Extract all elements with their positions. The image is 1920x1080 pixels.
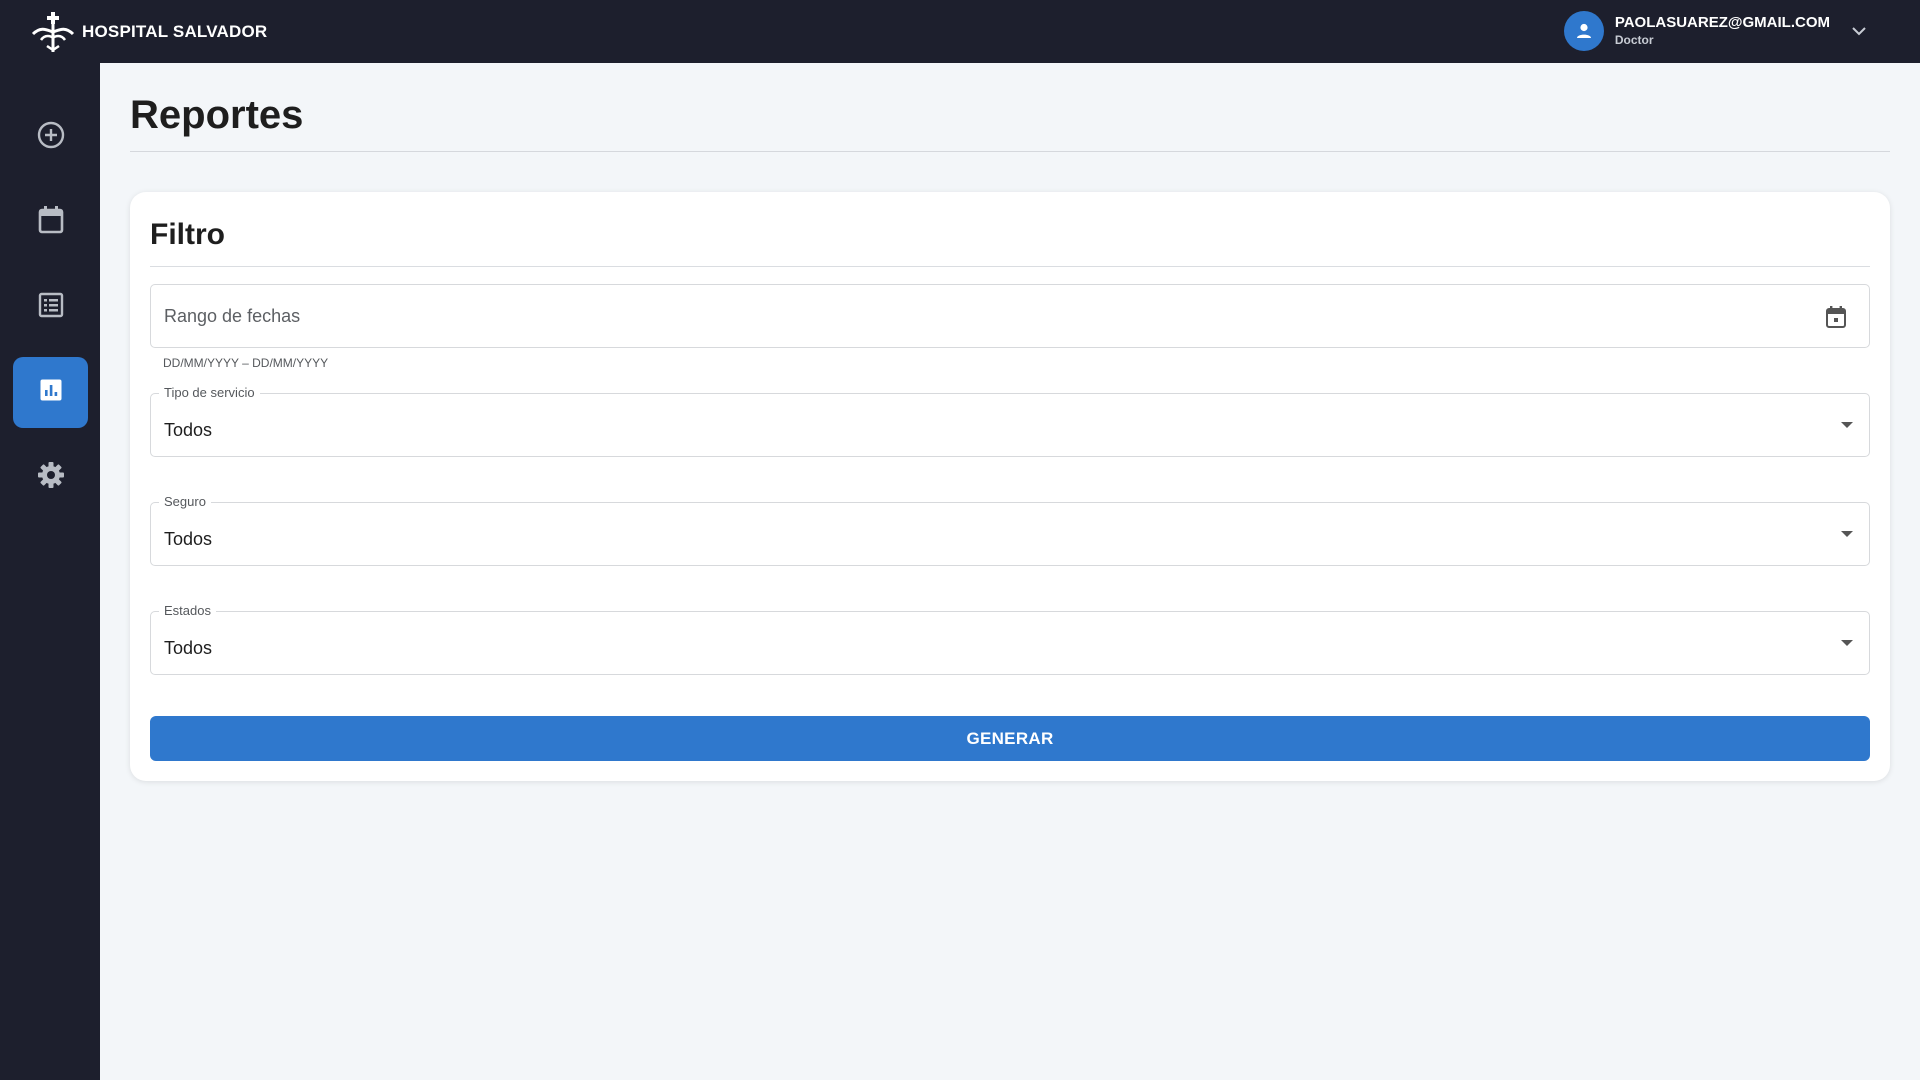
insurance-label: Seguro (159, 494, 211, 509)
service-type-label: Tipo de servicio (159, 385, 260, 400)
sidebar-item-settings[interactable] (13, 442, 88, 513)
dropdown-arrow-icon (1841, 422, 1853, 428)
insurance-select[interactable]: Seguro Todos (150, 494, 1870, 566)
user-role: Doctor (1614, 33, 1654, 48)
brand[interactable]: HOSPITAL SALVADOR (30, 12, 267, 52)
calendar-icon (37, 205, 65, 240)
hospital-logo-icon (30, 12, 76, 52)
dropdown-arrow-icon (1841, 640, 1853, 646)
user-info: PAOLASUAREZ@GMAIL.COM Doctor (1614, 13, 1830, 48)
sidebar (0, 63, 100, 1080)
sidebar-item-new[interactable] (13, 102, 88, 173)
report-chart-icon (39, 378, 63, 407)
status-value: Todos (164, 638, 213, 658)
card-divider (150, 266, 1870, 267)
sidebar-item-list[interactable] (13, 272, 88, 343)
date-format-helper: DD/MM/YYYY – DD/MM/YYYY (163, 356, 329, 370)
page-title: Reportes (130, 93, 304, 137)
user-menu[interactable]: PAOLASUAREZ@GMAIL.COM Doctor (1563, 10, 1870, 52)
add-circle-icon (36, 120, 66, 155)
dropdown-arrow-icon (1841, 531, 1853, 537)
status-label: Estados (159, 603, 216, 618)
sidebar-item-calendar[interactable] (13, 187, 88, 258)
insurance-value: Todos (164, 529, 213, 549)
service-type-value: Todos (164, 420, 213, 440)
date-range-placeholder: Rango de fechas (164, 306, 301, 326)
user-email: PAOLASUAREZ@GMAIL.COM (1614, 13, 1830, 31)
generate-button[interactable]: GENERAR (150, 716, 1870, 761)
top-bar: HOSPITAL SALVADOR PAOLASUAREZ@GMAIL.COM … (0, 0, 1920, 63)
service-type-select[interactable]: Tipo de servicio Todos (150, 385, 1870, 457)
user-avatar-icon (1563, 11, 1604, 51)
chevron-down-icon[interactable] (1848, 20, 1870, 42)
filter-card: Filtro Rango de fechas DD/MM/YYYY – DD/M… (130, 192, 1890, 781)
sidebar-item-reports[interactable] (13, 357, 88, 428)
status-select[interactable]: Estados Todos (150, 603, 1870, 675)
title-divider (130, 151, 1890, 152)
gear-icon (36, 460, 66, 495)
calendar-picker-icon[interactable] (1825, 305, 1847, 334)
filter-title: Filtro (150, 218, 225, 251)
date-range-field[interactable]: Rango de fechas (150, 284, 1870, 348)
app-name: HOSPITAL SALVADOR (82, 22, 268, 41)
list-icon (38, 292, 64, 323)
